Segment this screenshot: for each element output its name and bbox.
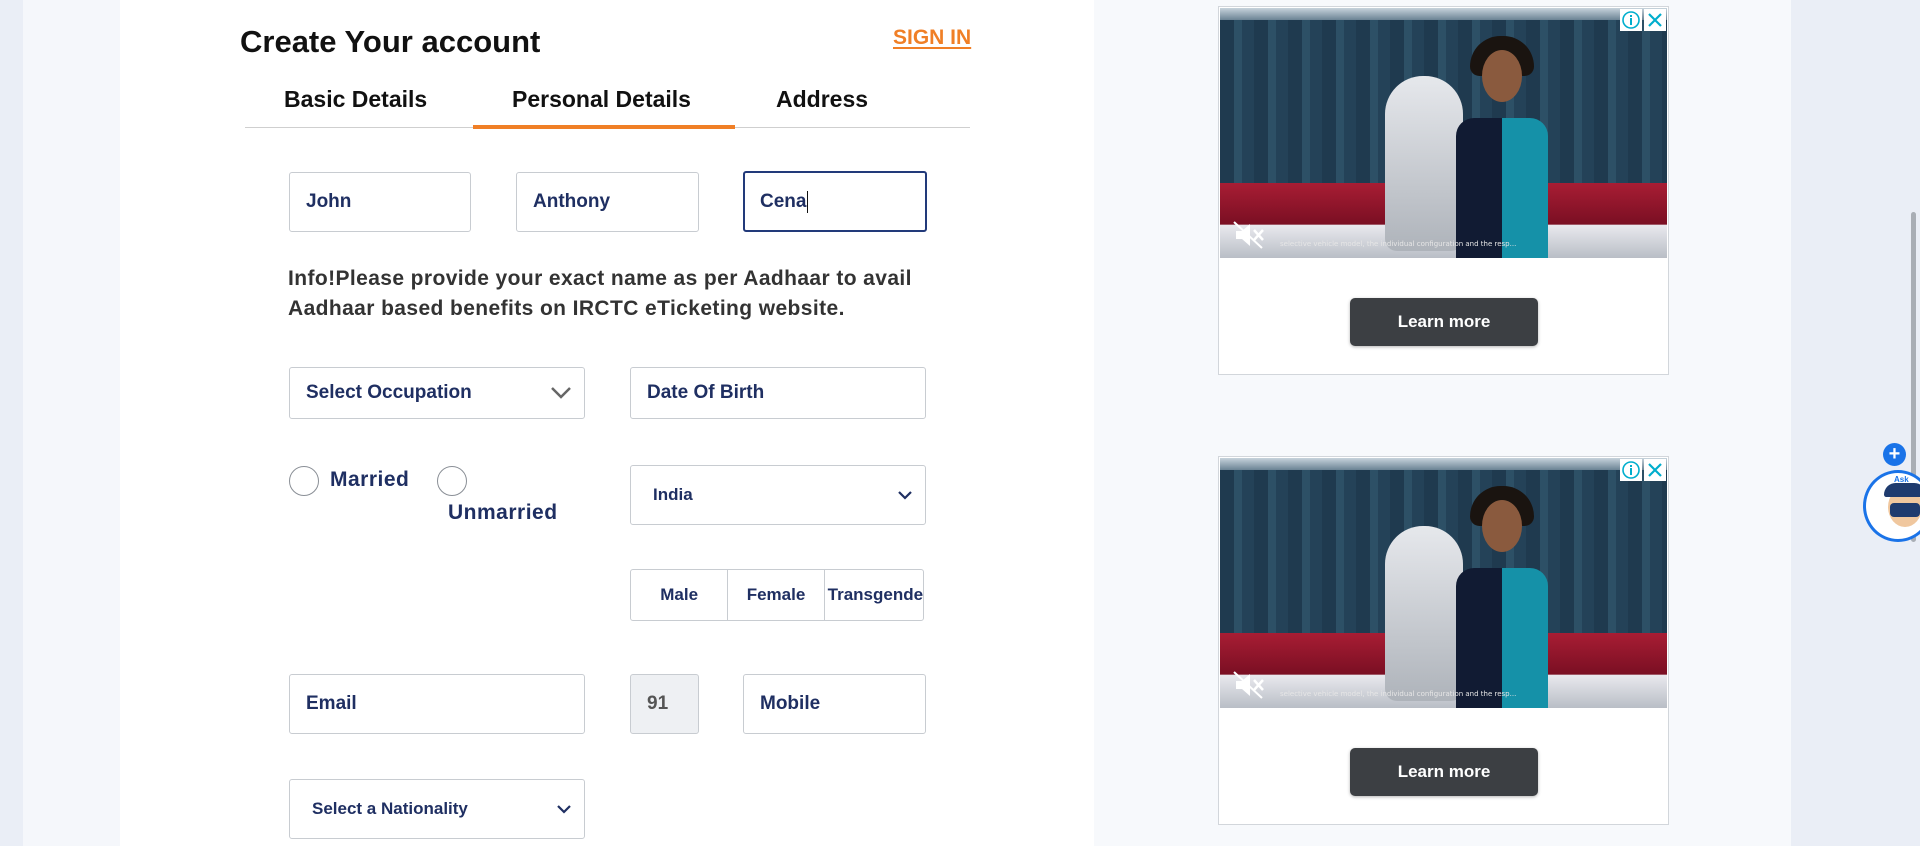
info-icon[interactable]	[1620, 459, 1642, 481]
close-icon[interactable]	[1644, 9, 1666, 31]
info-icon[interactable]	[1620, 9, 1642, 31]
text-cursor	[807, 190, 809, 213]
gender-male-button[interactable]: Male	[631, 570, 729, 620]
ad-person-body	[1456, 118, 1548, 258]
learn-more-button[interactable]: Learn more	[1350, 748, 1538, 796]
ad-fine-print: selective vehicle model, the individual …	[1280, 690, 1517, 698]
last-name-input[interactable]: Cena	[743, 171, 927, 232]
email-input[interactable]: Email	[289, 674, 585, 734]
middle-name-value: Anthony	[533, 191, 611, 212]
first-name-input[interactable]: John	[289, 172, 471, 232]
advertisement-2[interactable]: selective vehicle model, the individual …	[1218, 456, 1669, 825]
mobile-placeholder: Mobile	[760, 693, 821, 714]
country-value: India	[653, 485, 693, 504]
occupation-select[interactable]: Select Occupation	[289, 367, 585, 419]
left-gutter	[23, 0, 120, 846]
date-of-birth-input[interactable]: Date Of Birth	[630, 367, 926, 419]
gender-transgender-button[interactable]: Transgender	[825, 570, 923, 620]
form-title: Create Your account	[240, 24, 541, 59]
ad-fine-print: selective vehicle model, the individual …	[1280, 240, 1517, 248]
tab-personal-details[interactable]: Personal Details	[512, 86, 691, 113]
ad-chair	[1385, 76, 1463, 251]
ad-chair	[1385, 526, 1463, 701]
mobile-input[interactable]: Mobile	[743, 674, 926, 734]
active-tab-indicator	[473, 125, 735, 129]
ad-person-body	[1456, 568, 1548, 708]
left-page-margin	[0, 0, 23, 846]
mute-icon[interactable]	[1232, 670, 1266, 700]
chatbot-cap	[1884, 483, 1920, 497]
sign-in-link[interactable]: SIGN IN	[893, 26, 971, 50]
ad-video[interactable]: selective vehicle model, the individual …	[1220, 458, 1667, 708]
occupation-value: Select Occupation	[306, 382, 472, 403]
unmarried-radio[interactable]	[437, 466, 467, 496]
tab-address[interactable]: Address	[776, 86, 868, 113]
learn-more-button[interactable]: Learn more	[1350, 298, 1538, 346]
married-radio[interactable]	[289, 466, 319, 496]
first-name-value: John	[306, 191, 352, 212]
mute-icon[interactable]	[1232, 220, 1266, 250]
middle-name-input[interactable]: Anthony	[516, 172, 699, 232]
gender-female-button[interactable]: Female	[728, 570, 825, 620]
chevron-down-icon	[557, 805, 571, 814]
ad-light-rig	[1220, 458, 1667, 470]
isd-code-field: 91	[630, 674, 699, 734]
nationality-value: Select a Nationality	[312, 799, 468, 818]
gender-toggle-group: Male Female Transgender	[630, 569, 924, 621]
ad-person-head	[1482, 500, 1522, 552]
country-select[interactable]: India	[630, 465, 926, 525]
date-of-birth-placeholder: Date Of Birth	[647, 382, 765, 403]
email-placeholder: Email	[306, 693, 357, 714]
last-name-value: Cena	[760, 190, 807, 212]
close-icon[interactable]	[1644, 459, 1666, 481]
plus-icon[interactable]: +	[1883, 443, 1906, 466]
chevron-down-icon	[551, 387, 571, 399]
ad-video[interactable]: selective vehicle model, the individual …	[1220, 8, 1667, 258]
advertisement-1[interactable]: selective vehicle model, the individual …	[1218, 6, 1669, 375]
chevron-down-icon	[898, 491, 912, 500]
unmarried-label: Unmarried	[448, 501, 558, 524]
ad-person-head	[1482, 50, 1522, 102]
aadhaar-info-text: Info!Please provide your exact name as p…	[288, 267, 912, 320]
right-page-margin	[1791, 0, 1920, 846]
married-label: Married	[330, 468, 410, 491]
chatbot-mask	[1890, 503, 1920, 517]
ad-light-rig	[1220, 8, 1667, 20]
tab-basic-details[interactable]: Basic Details	[284, 86, 427, 113]
isd-code-value: 91	[647, 693, 669, 714]
nationality-select[interactable]: Select a Nationality	[289, 779, 585, 839]
